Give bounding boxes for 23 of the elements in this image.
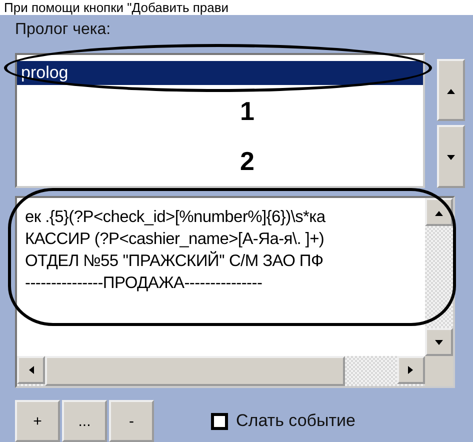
annotation-number: 2: [240, 148, 254, 174]
scroll-thumb[interactable]: [45, 356, 345, 386]
checkbox-label[interactable]: Слать событие: [236, 411, 356, 431]
list-item[interactable]: prolog: [17, 60, 423, 85]
triangle-down-icon: [434, 337, 444, 347]
rule-text-line: КАССИР (?P<cashier_name>[А-Яа-я\. ]+): [25, 229, 324, 250]
scroll-down-button[interactable]: [425, 328, 453, 356]
annotation-number: 1: [240, 98, 254, 124]
scrollbar-corner: [425, 356, 453, 386]
toolbar-button[interactable]: +: [15, 400, 60, 442]
caption-text: При помощи кнопки "Добавить прави: [4, 0, 228, 15]
toolbar-button[interactable]: ...: [62, 400, 107, 442]
checkbox[interactable]: [211, 412, 228, 430]
scroll-left-button[interactable]: [17, 356, 45, 384]
rule-text-line: ек .{5}(?P<check_id>[%number%]{6})\s*ка: [25, 207, 326, 228]
rule-text-area[interactable]: ек .{5}(?P<check_id>[%number%]{6})\s*ка КАССИР (?P<cashier_name>[А-Яа-я\. ]+) ОТДЕЛ №55 ''ПРАЖСКИЙ'' С/М ЗАО ПФ ---------------ПРОДАЖА---------------: [15, 196, 455, 388]
scroll-up-button[interactable]: [425, 198, 453, 226]
horizontal-scrollbar[interactable]: [17, 356, 425, 386]
rule-text-line: ОТДЕЛ №55 ''ПРАЖСКИЙ'' С/М ЗАО ПФ: [25, 250, 324, 272]
prolog-label: Пролог чека:: [15, 21, 112, 40]
rule-text-line: ---------------ПРОДАЖА---------------: [25, 273, 262, 294]
toolbar-button[interactable]: -: [109, 400, 154, 442]
scroll-right-button[interactable]: [397, 356, 425, 384]
